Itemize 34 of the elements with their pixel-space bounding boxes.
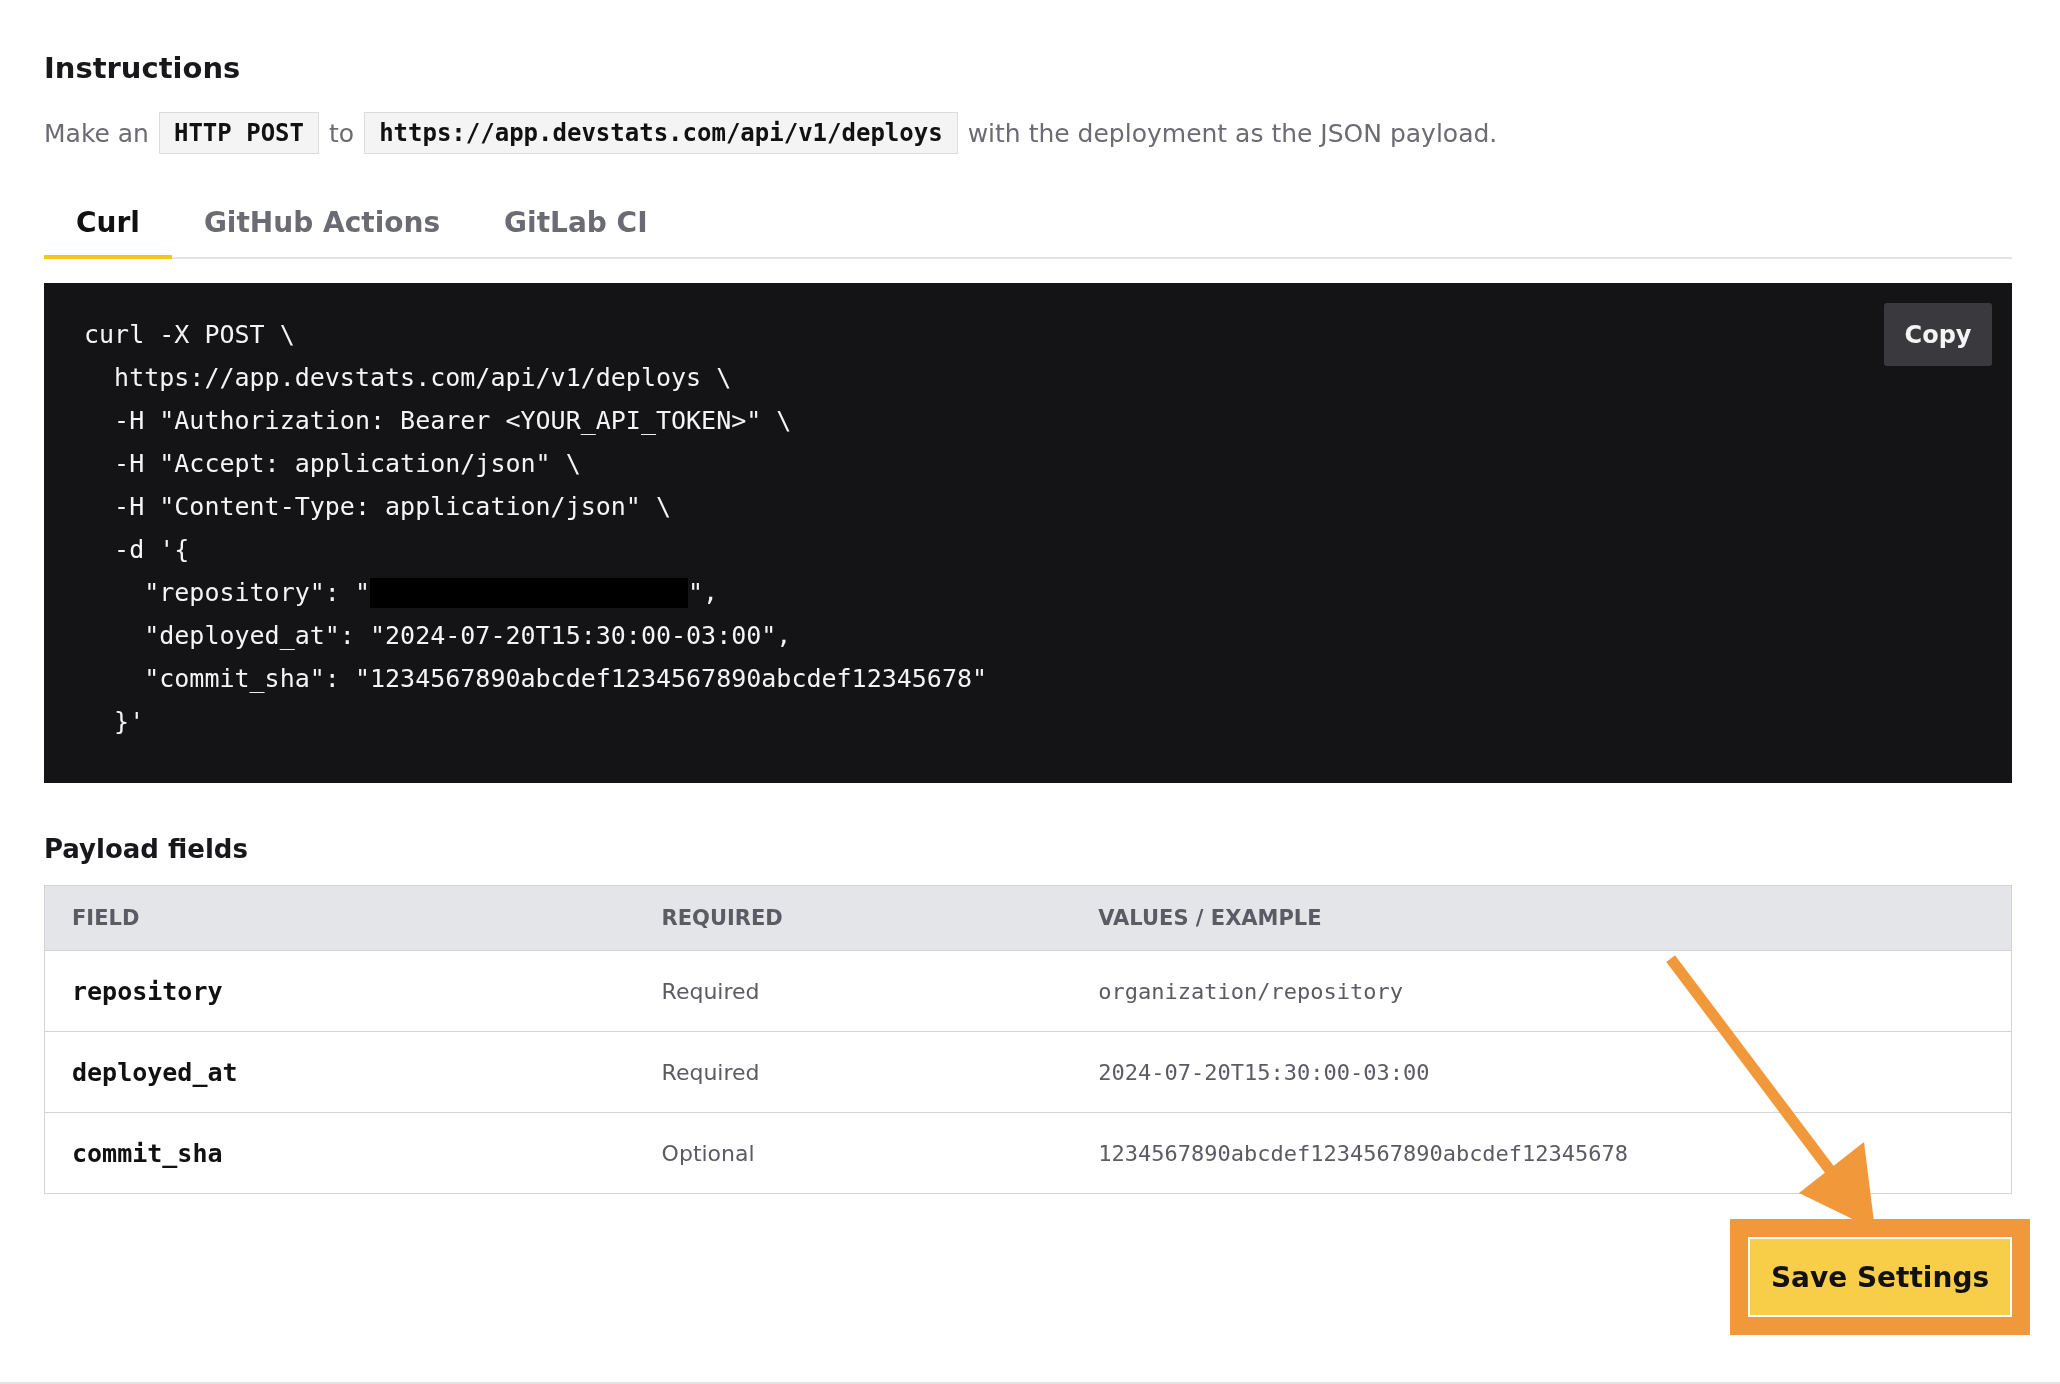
column-header: VALUES / EXAMPLE [1071,885,2012,951]
tab[interactable]: Curl [44,190,172,259]
column-header: FIELD [44,885,635,951]
code-line: }' [113,706,145,738]
table-cell: deployed_at [44,1031,635,1113]
url-code: https://app.devstats.com/api/v1/deploys [364,112,958,154]
table-cell: Required [634,1031,1072,1113]
code-line: -H "Authorization: Bearer <YOUR_API_TOKEN>" \ [113,405,792,437]
code-line: ", [688,577,719,609]
column-header: REQUIRED [634,885,1072,951]
table-cell: commit_sha [44,1112,635,1194]
code-line: -H "Content-Type: application/json" \ [113,491,671,523]
code-line: -d '{ [113,534,190,566]
method-code: HTTP POST [158,112,319,154]
intro-text: with the deployment as the JSON payload. [967,118,1498,148]
code-line: "deployed_at": "2024-07-20T15:30:00-03:00", [143,620,792,652]
tab[interactable]: GitHub Actions [171,190,473,259]
code-line: "repository": " [143,577,370,609]
table-cell: Optional [634,1112,1072,1194]
code-line: "commit_sha": "1234567890abcdef1234567890abcdef12345678" [143,663,988,695]
code-line: curl -X POST \ [84,319,295,351]
code-line: https://app.devstats.com/api/v1/deploys \ [113,362,732,394]
save-button[interactable]: Save Settings [1748,1237,2012,1317]
table-cell: repository [44,950,635,1032]
table-cell: Required [634,950,1072,1032]
section-heading: Instructions [44,50,242,87]
intro-text: Make an [44,118,149,148]
copy-button[interactable]: Copy [1884,303,1992,366]
code-line: -H "Accept: application/json" \ [113,448,581,480]
tab[interactable]: GitLab CI [472,190,680,259]
section-heading: Payload fields [44,833,249,866]
table-cell: organization/repository [1071,950,2012,1032]
intro-text: to [329,118,355,148]
table-cell: 2024-07-20T15:30:00-03:00 [1071,1031,2012,1113]
